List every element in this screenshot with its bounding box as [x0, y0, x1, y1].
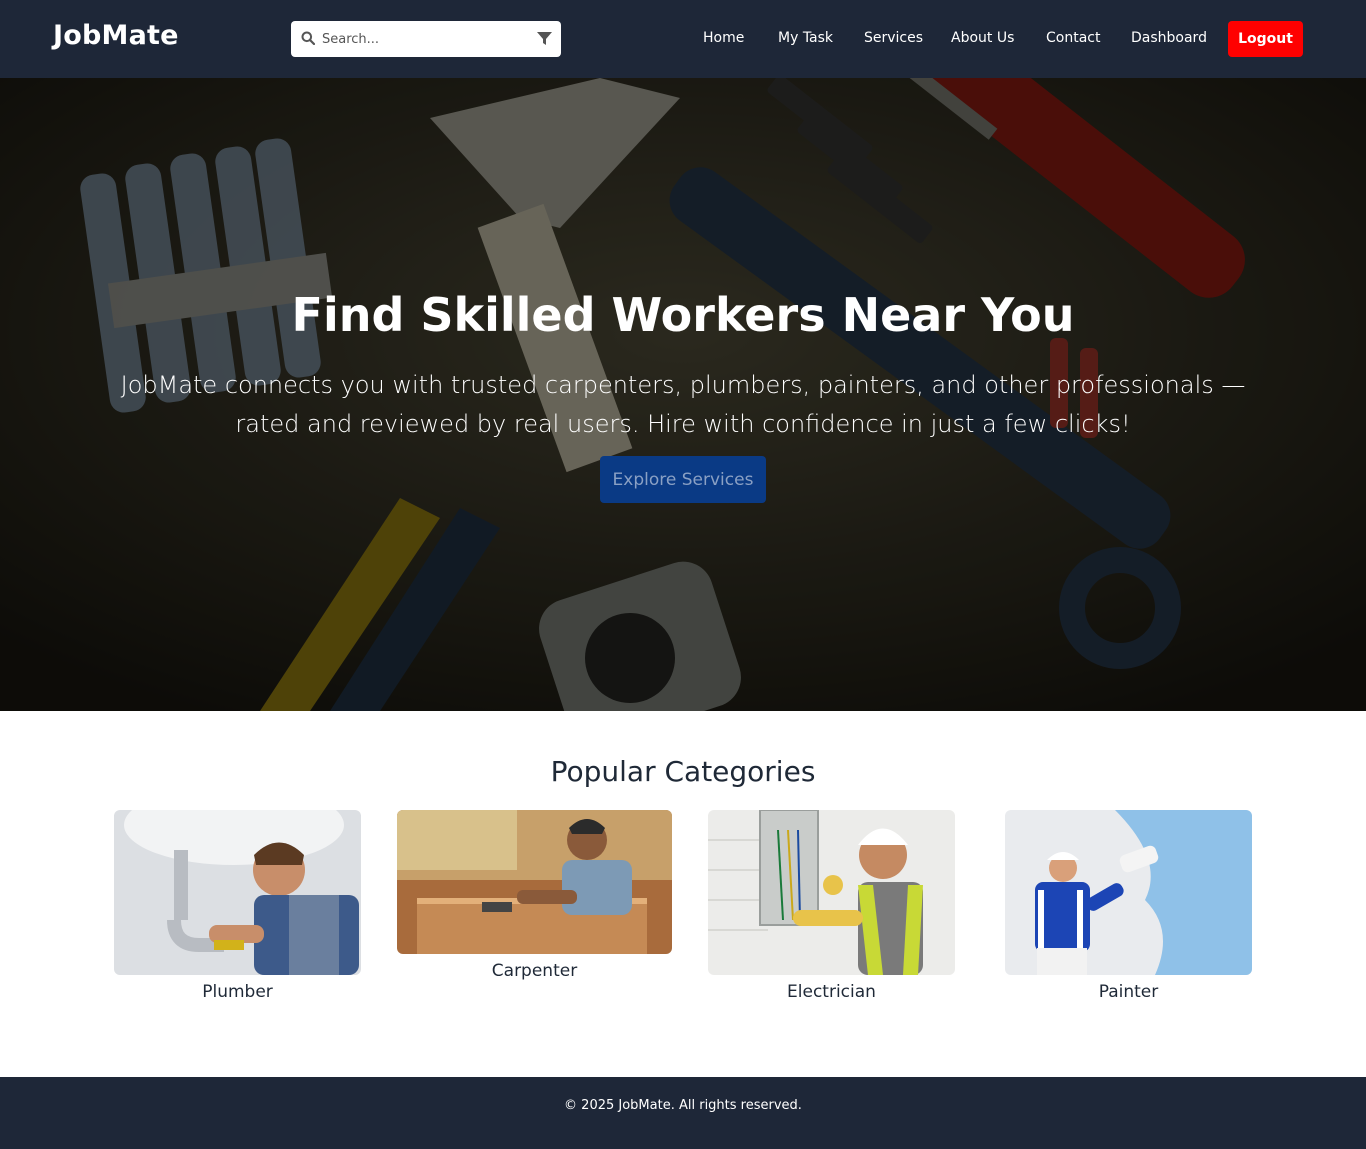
search-icon[interactable] [301, 31, 315, 45]
category-label-painter[interactable]: Painter [1005, 982, 1252, 1002]
category-card-electrician[interactable]: Electrician [708, 810, 955, 1010]
nav-dashboard[interactable]: Dashboard [1131, 30, 1207, 46]
electrician-image[interactable] [708, 810, 955, 975]
search-input[interactable] [322, 29, 522, 49]
search-bar [291, 21, 561, 57]
popular-categories-heading: Popular Categories [550, 755, 816, 788]
filter-icon[interactable] [537, 32, 552, 45]
category-label-carpenter[interactable]: Carpenter [397, 961, 672, 981]
explore-services-button[interactable]: Explore Services [600, 456, 766, 503]
category-label-plumber[interactable]: Plumber [114, 982, 361, 1002]
nav-my-task[interactable]: My Task [778, 30, 833, 46]
footer: © 2025 JobMate. All rights reserved. [0, 1077, 1366, 1149]
nav-contact[interactable]: Contact [1046, 30, 1100, 46]
category-card-painter[interactable]: Painter [1005, 810, 1252, 1010]
brand-logo[interactable]: JobMate [53, 20, 179, 51]
plumber-image[interactable] [114, 810, 361, 975]
hero-title: Find Skilled Workers Near You [291, 288, 1075, 342]
category-card-plumber[interactable]: Plumber [114, 810, 361, 1010]
hero-section: Find Skilled Workers Near You JobMate co… [0, 78, 1366, 711]
hero-subtitle: JobMate connects you with trusted carpen… [120, 371, 1246, 438]
category-card-carpenter[interactable]: Carpenter [397, 810, 672, 990]
category-label-electrician[interactable]: Electrician [708, 982, 955, 1002]
nav-home[interactable]: Home [703, 30, 744, 46]
painter-image[interactable] [1005, 810, 1252, 975]
logout-button[interactable]: Logout [1228, 21, 1303, 57]
carpenter-image[interactable] [397, 810, 672, 954]
nav-about-us[interactable]: About Us [951, 30, 1014, 46]
nav-services[interactable]: Services [864, 30, 923, 46]
footer-copyright: © 2025 JobMate. All rights reserved. [564, 1098, 802, 1113]
top-navbar: JobMate Home My Task Services About Us C… [0, 0, 1366, 78]
